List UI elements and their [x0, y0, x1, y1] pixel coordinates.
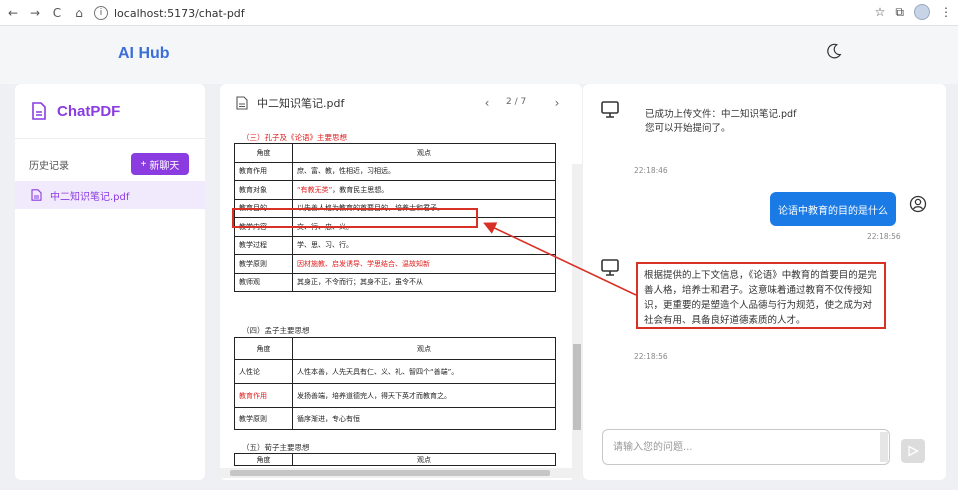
- table-cell: 教育作用: [234, 161, 293, 181]
- plus-icon: +: [140, 158, 147, 170]
- table-cell: 学、思、习、行。: [292, 235, 556, 255]
- cell-rest: ，教育民主思想。: [332, 185, 389, 194]
- timestamp: 22:18:56: [867, 232, 901, 241]
- table-cell: 教师观: [234, 272, 293, 292]
- home-button[interactable]: ⌂: [70, 4, 88, 22]
- table-header-cell: 角度: [234, 337, 293, 360]
- table-cell: 教学过程: [234, 235, 293, 255]
- table-cell: 教育作用: [234, 383, 293, 408]
- pdf-header: 中二知识笔记.pdf ‹ 2 / 7 ›: [220, 84, 582, 122]
- red-text: “有教无类”: [297, 185, 333, 194]
- profile-avatar[interactable]: [914, 4, 930, 20]
- document-icon: [32, 102, 46, 120]
- sidebar-item-history-file[interactable]: 中二知识笔记.pdf: [15, 181, 205, 209]
- table-cell: 人性论: [234, 359, 293, 384]
- user-avatar-icon: [909, 195, 927, 213]
- message-line: 您可以开始提问了。: [645, 123, 731, 134]
- bot-message: 已成功上传文件：中二知识笔记.pdf 您可以开始提问了。: [645, 108, 796, 136]
- table-cell: “有教无类”，教育民主思想。: [292, 180, 556, 200]
- section-title: （三）孔子及《论语》主要思想: [242, 133, 347, 142]
- next-page-button[interactable]: ›: [546, 93, 568, 113]
- table-row: 人性论 人性本善，人先天具有仁、义、礼、智四个“善端”。: [234, 359, 556, 384]
- send-button[interactable]: [901, 439, 925, 463]
- reload-button[interactable]: C: [48, 4, 66, 22]
- table-cell: 庶、富、教，性相近，习相远。: [292, 161, 556, 181]
- bookmark-star-icon[interactable]: ☆: [875, 5, 886, 19]
- scrollbar-thumb[interactable]: [573, 344, 581, 430]
- pdf-file-name: 中二知识笔记.pdf: [257, 97, 345, 110]
- input-scrollbar[interactable]: [880, 432, 888, 462]
- table-cell: 教育对象: [234, 180, 293, 200]
- app-header: AI Hub: [0, 26, 958, 84]
- new-chat-button[interactable]: + 新聊天: [131, 153, 189, 175]
- bot-answer-message: 根据提供的上下文信息，《论语》中教育的首要目的是完善人格，培养士和君子。这意味着…: [636, 262, 886, 329]
- forward-button[interactable]: →: [26, 4, 44, 22]
- url-text: localhost:5173/chat-pdf: [114, 6, 245, 20]
- chat-panel: 已成功上传文件：中二知识笔记.pdf 您可以开始提问了。 22:18:46 论语…: [583, 84, 946, 480]
- table-row: 教学原则 循序渐进，专心有恒: [234, 407, 556, 430]
- timestamp: 22:18:56: [634, 352, 668, 361]
- table-row: 教育作用 发扬善端，培养道德完人，得天下英才而教育之。: [234, 383, 556, 408]
- table-header-cell: 观点: [292, 143, 556, 163]
- history-label: 历史记录: [29, 160, 69, 172]
- prev-page-button[interactable]: ‹: [476, 93, 498, 113]
- table-cell: 发扬善端，培养道德完人，得天下英才而教育之。: [292, 383, 556, 408]
- new-chat-label: 新聊天: [149, 160, 180, 172]
- send-icon: [908, 445, 919, 457]
- table-row: 教育作用 庶、富、教，性相近，习相远。: [234, 161, 556, 181]
- table-header-cell: 角度: [234, 453, 293, 466]
- user-message: 论语中教育的目的是什么: [770, 192, 896, 226]
- highlight-box: [232, 208, 478, 228]
- pdf-page: （三）孔子及《论语》主要思想 角度 观点 教育作用 庶、富、教，性相近，习相远。…: [232, 124, 572, 469]
- sidebar-item-label: 中二知识笔记.pdf: [50, 191, 130, 203]
- horizontal-scrollbar[interactable]: [220, 468, 572, 478]
- table-header-cell: 观点: [292, 337, 556, 360]
- table-header-cell: 角度: [234, 143, 293, 163]
- table-header-cell: 观点: [292, 453, 556, 466]
- dark-mode-toggle-icon[interactable]: [825, 42, 843, 60]
- sidebar-header: ChatPDF: [15, 84, 205, 139]
- browser-toolbar: ← → C ⌂ i localhost:5173/chat-pdf ☆ ⧉ ⋮: [0, 0, 958, 26]
- bot-monitor-icon: [601, 259, 619, 276]
- table-row: 教师观 其身正，不令而行；其身不正，虽令不从: [234, 272, 556, 292]
- section-table: 角度 观点: [234, 453, 556, 466]
- table-row: 教育对象 “有教无类”，教育民主思想。: [234, 180, 556, 200]
- table-cell: 因材施教、启发诱导、学思结合、温故知新: [292, 254, 556, 274]
- pdf-file-icon: [236, 96, 248, 110]
- app-title: AI Hub: [118, 45, 170, 62]
- vertical-scrollbar[interactable]: [572, 164, 582, 480]
- extensions-icon[interactable]: ⧉: [895, 5, 904, 20]
- table-cell: 教学原则: [234, 407, 293, 430]
- chat-input[interactable]: [602, 429, 890, 465]
- table-row: 教学原则 因材施教、启发诱导、学思结合、温故知新: [234, 254, 556, 274]
- scrollbar-thumb[interactable]: [230, 470, 550, 476]
- pdf-viewer: 中二知识笔记.pdf ‹ 2 / 7 › （三）孔子及《论语》主要思想 角度 观…: [220, 84, 582, 480]
- table-cell: 循序渐进，专心有恒: [292, 407, 556, 430]
- page-indicator: 2 / 7: [506, 97, 527, 107]
- table-cell: 教学原则: [234, 254, 293, 274]
- table-cell: 其身正，不令而行；其身不正，虽令不从: [292, 272, 556, 292]
- site-info-icon[interactable]: i: [94, 6, 108, 20]
- section-table: 角度 观点 人性论 人性本善，人先天具有仁、义、礼、智四个“善端”。 教育作用 …: [234, 337, 556, 430]
- sidebar: ChatPDF 历史记录 + 新聊天 中二知识笔记.pdf: [15, 84, 205, 480]
- table-row: 教学过程 学、思、习、行。: [234, 235, 556, 255]
- timestamp: 22:18:46: [634, 166, 668, 175]
- browser-menu-icon[interactable]: ⋮: [940, 5, 952, 19]
- address-bar[interactable]: i localhost:5173/chat-pdf: [94, 4, 844, 22]
- table-cell: 人性本善，人先天具有仁、义、礼、智四个“善端”。: [292, 359, 556, 384]
- back-button[interactable]: ←: [4, 4, 22, 22]
- sidebar-brand: ChatPDF: [57, 102, 121, 120]
- file-icon: [31, 189, 42, 201]
- section-title: （四）孟子主要思想: [242, 326, 310, 335]
- pdf-page-area[interactable]: （三）孔子及《论语》主要思想 角度 观点 教育作用 庶、富、教，性相近，习相远。…: [220, 124, 582, 480]
- section-title: （五）荀子主要思想: [242, 443, 310, 452]
- bot-monitor-icon: [601, 101, 619, 118]
- message-line: 已成功上传文件：中二知识笔记.pdf: [645, 109, 797, 120]
